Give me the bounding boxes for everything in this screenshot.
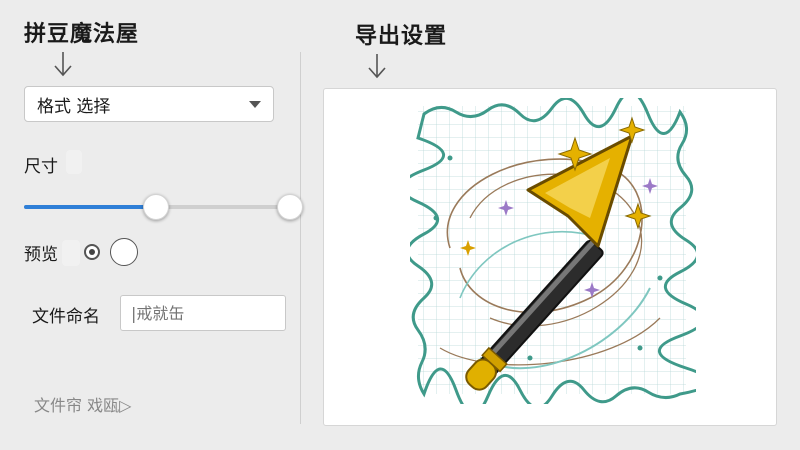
magic-wand-icon (410, 98, 696, 404)
size-slider-max-handle[interactable] (277, 194, 303, 220)
filename-input[interactable] (120, 295, 286, 331)
size-value-chip (66, 150, 82, 174)
app-title: 拼豆魔法屋 (24, 22, 140, 47)
export-settings-title: 导出设置 (355, 24, 448, 49)
chevron-down-icon (249, 100, 261, 108)
preview-radio-off[interactable] (110, 238, 138, 266)
preview-radio-on[interactable] (84, 244, 100, 260)
size-slider-fill (24, 205, 156, 209)
size-label: 尺寸 (24, 157, 58, 177)
arrow-down-icon (54, 52, 72, 77)
preview-chip (62, 240, 80, 266)
arrow-down-icon (368, 54, 386, 79)
format-select-value: 格式 选择 (37, 96, 111, 117)
format-select[interactable]: 格式 选择 (24, 86, 274, 122)
filename-label: 文件命名 (32, 307, 100, 327)
file-location-link[interactable]: 文件帘 戏瓯▷ (34, 392, 131, 416)
size-slider-handle[interactable] (143, 194, 169, 220)
panel-divider (300, 52, 301, 424)
preview-label: 预览 (24, 245, 58, 265)
